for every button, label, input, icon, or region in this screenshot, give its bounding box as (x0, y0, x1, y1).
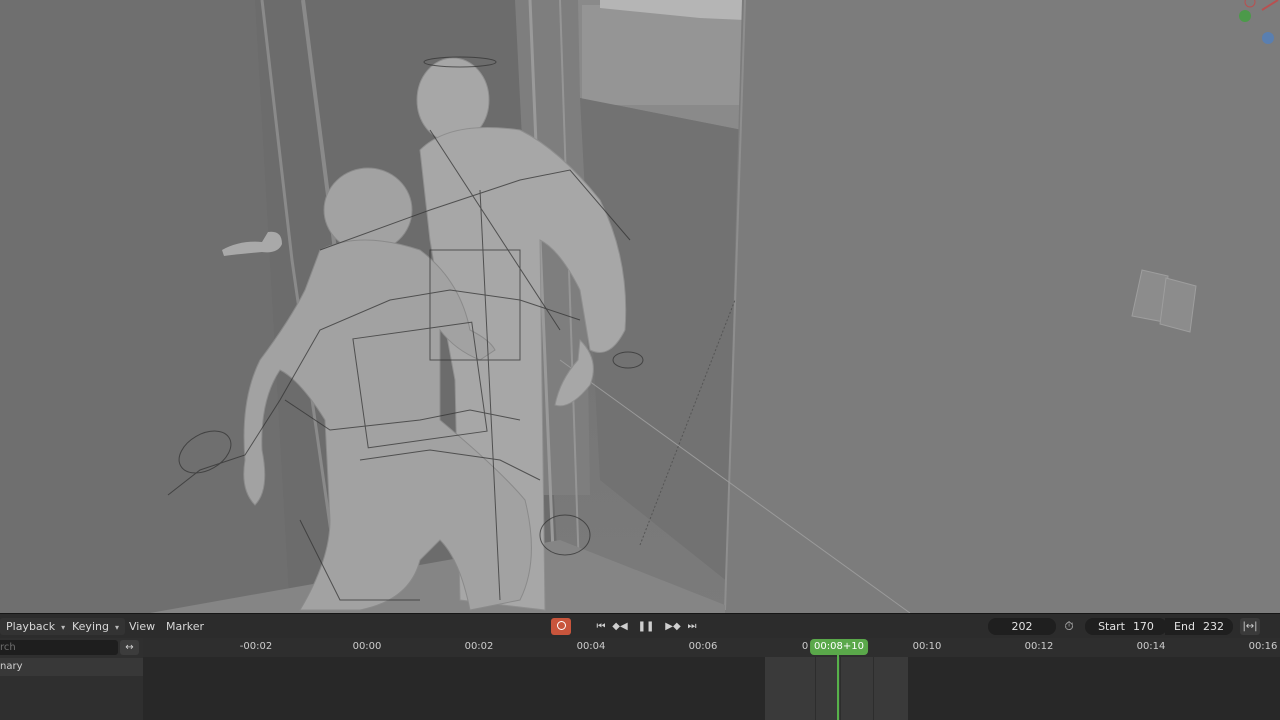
playback-menu[interactable]: Playback ▾ (0, 618, 72, 635)
ruler-tick: 00:10 (912, 641, 942, 652)
channel-summary-row[interactable]: nary (0, 658, 143, 676)
auto-range-button[interactable]: |↔| (1240, 618, 1260, 635)
range-icon: |↔| (1242, 621, 1258, 632)
jump-start-icon: ⏮ (596, 621, 606, 632)
next-keyframe-icon: ▶◆ (665, 621, 681, 632)
ruler-tick: 0 (801, 641, 809, 652)
start-value: 170 (1132, 620, 1154, 633)
3d-viewport[interactable] (0, 0, 1280, 613)
jump-end-icon: ⏭ (687, 621, 697, 632)
end-value: 232 (1202, 620, 1224, 633)
jump-end-button[interactable]: ⏭ (682, 618, 702, 635)
timeline-area[interactable]: -00:02 00:00 00:02 00:04 00:06 0 00:10 00:12 00:… (143, 638, 1280, 720)
sync-icon: ↔ (125, 642, 134, 653)
time-ruler[interactable]: -00:02 00:00 00:02 00:04 00:06 0 00:10 00:12 00:… (143, 638, 1280, 657)
start-label: Start (1098, 620, 1125, 633)
end-frame-field[interactable]: End 232 (1165, 618, 1233, 635)
marker-menu[interactable]: Marker (160, 618, 210, 635)
prev-keyframe-button[interactable]: ◆◀ (610, 618, 630, 635)
playhead-line[interactable] (837, 648, 839, 720)
stopwatch-icon: ⏱ (1064, 619, 1074, 633)
ruler-tick: 00:00 (352, 641, 382, 652)
keying-menu-label: Keying (72, 620, 109, 633)
chevron-down-icon: ▾ (114, 623, 119, 632)
jump-start-button[interactable]: ⏮ (591, 618, 611, 635)
start-frame-field[interactable]: Start 170 (1085, 618, 1167, 635)
timeline-header: Playback ▾ Keying ▾ View Marker ⏮ ◆◀ ❚❚ ▶◆… (0, 613, 1280, 638)
view-menu[interactable]: View (123, 618, 161, 635)
ruler-tick: 00:14 (1136, 641, 1166, 652)
play-pause-button[interactable]: ❚❚ (636, 618, 656, 635)
current-frame-field[interactable]: 202 (988, 618, 1056, 635)
playhead-time[interactable]: 00:08+10 (810, 639, 868, 655)
next-keyframe-button[interactable]: ▶◆ (663, 618, 683, 635)
record-button[interactable] (551, 618, 571, 635)
search-input[interactable]: rch (0, 640, 118, 655)
sync-button[interactable]: ↔ (120, 640, 139, 655)
record-icon (556, 620, 566, 630)
end-label: End (1174, 620, 1195, 633)
ruler-tick: 00:02 (464, 641, 494, 652)
prev-keyframe-icon: ◆◀ (612, 621, 628, 632)
ruler-tick: 00:06 (688, 641, 718, 652)
keying-menu[interactable]: Keying ▾ (66, 618, 125, 635)
preview-range-button[interactable]: ⏱ (1059, 618, 1079, 635)
ruler-tick: -00:02 (239, 641, 273, 652)
ruler-tick: 00:12 (1024, 641, 1054, 652)
viewport-scene (0, 0, 1280, 613)
playback-menu-label: Playback (6, 620, 56, 633)
play-pause-icon: ❚❚ (637, 621, 655, 632)
ruler-tick: 00:16 (1248, 641, 1278, 652)
ruler-tick: 00:04 (576, 641, 606, 652)
chevron-down-icon: ▾ (61, 623, 66, 632)
channel-region: rch ↔ nary (0, 638, 143, 720)
